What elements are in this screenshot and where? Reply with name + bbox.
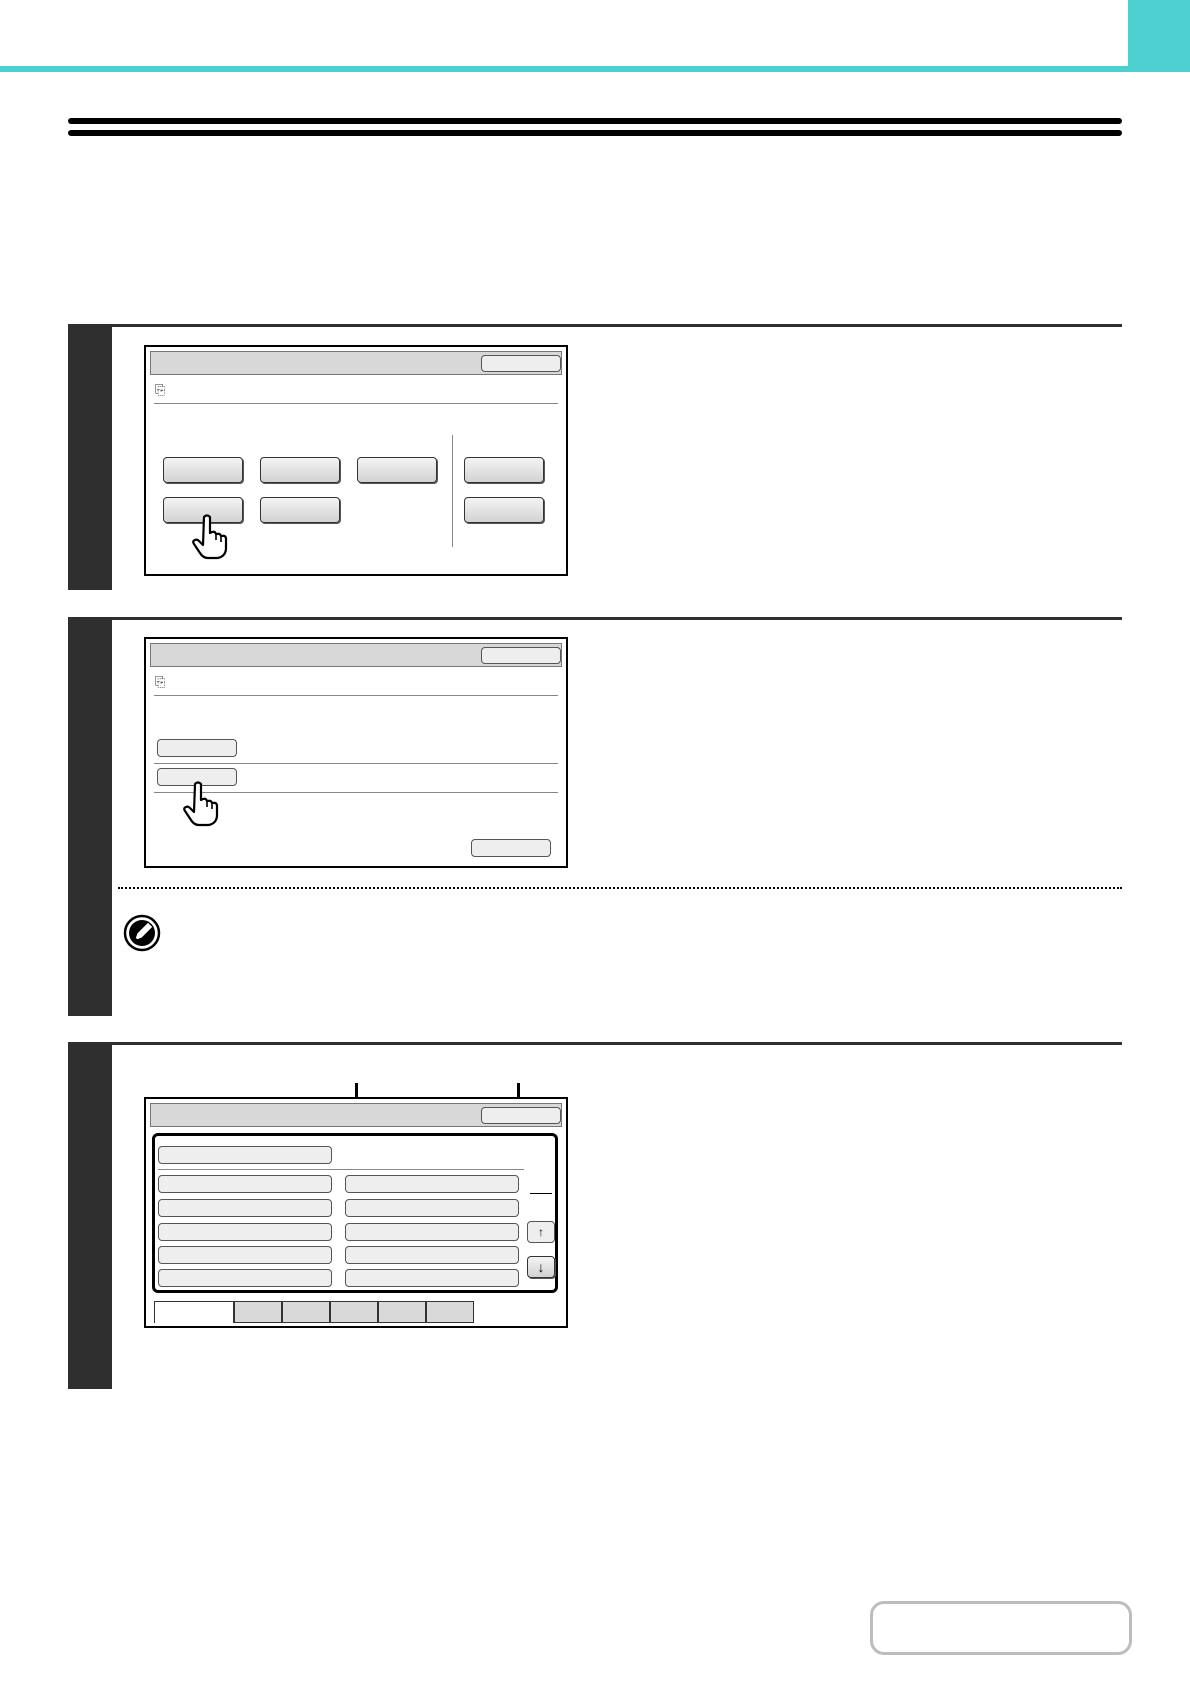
tab-5[interactable] — [378, 1301, 426, 1323]
step-1-option-button-2[interactable] — [260, 457, 340, 483]
page-counter-line — [530, 1193, 552, 1194]
pencil-note-icon — [123, 914, 161, 952]
step-2-bottom-button[interactable] — [471, 839, 551, 857]
tab-3[interactable] — [282, 1301, 330, 1323]
title-rule-bottom — [68, 130, 1122, 136]
step-1-screen-panel: ⎘ — [144, 345, 568, 576]
step-1-top-rule — [68, 324, 1122, 327]
step-2-option-button-1[interactable] — [157, 739, 237, 757]
list-item-right-2[interactable] — [345, 1199, 519, 1217]
step-3-top-rule — [68, 1042, 1122, 1045]
list-item-left-1[interactable] — [158, 1175, 332, 1193]
list-item-left-4[interactable] — [158, 1246, 332, 1264]
header-corner-tab[interactable] — [1128, 0, 1190, 72]
list-header-button[interactable] — [158, 1146, 332, 1164]
step-1-option-button-3[interactable] — [357, 457, 437, 483]
step-2-screen-panel: ⎘ — [144, 637, 568, 868]
step-1-option-button-4[interactable] — [464, 457, 544, 483]
list-item-right-5[interactable] — [345, 1269, 519, 1287]
list-item-left-3[interactable] — [158, 1223, 332, 1241]
list-item-right-1[interactable] — [345, 1175, 519, 1193]
step-3-screen-panel: ↑ ↓ — [144, 1097, 568, 1328]
page-header-band — [0, 0, 1128, 66]
step-1-option-button-6[interactable] — [260, 497, 340, 523]
step-1-vertical-divider — [452, 435, 453, 547]
step-2-top-rule — [68, 617, 1122, 620]
step-1-title-button[interactable] — [481, 355, 561, 372]
list-item-right-4[interactable] — [345, 1246, 519, 1264]
title-rule-top — [68, 118, 1122, 124]
tab-1[interactable] — [154, 1301, 234, 1323]
step-1-option-button-1[interactable] — [163, 457, 243, 483]
copy-mode-icon: ⎘ — [155, 674, 166, 689]
list-item-left-5[interactable] — [158, 1269, 332, 1287]
step-1-option-button-7[interactable] — [464, 497, 544, 523]
step-1-side-bar — [68, 324, 112, 590]
list-item-left-2[interactable] — [158, 1199, 332, 1217]
list-divider — [158, 1169, 524, 1170]
pointing-hand-icon — [183, 781, 219, 827]
page-indicator-box[interactable] — [870, 1601, 1132, 1655]
tab-6[interactable] — [426, 1301, 474, 1323]
tab-4[interactable] — [330, 1301, 378, 1323]
step-2-divider-1 — [154, 695, 558, 696]
header-accent-rule — [0, 66, 1128, 72]
step-3-title-button[interactable] — [481, 1107, 561, 1124]
step-2-title-button[interactable] — [481, 647, 561, 664]
note-separator — [118, 887, 1122, 889]
step-2-divider-2 — [154, 763, 558, 764]
tab-2[interactable] — [234, 1301, 282, 1323]
step-2-side-bar — [68, 617, 112, 1016]
pointing-hand-icon — [192, 514, 228, 560]
step-1-divider — [154, 403, 558, 404]
copy-mode-icon: ⎘ — [155, 382, 166, 397]
step-3-side-bar — [68, 1042, 112, 1389]
list-item-right-3[interactable] — [345, 1223, 519, 1241]
scroll-down-button[interactable]: ↓ — [527, 1256, 555, 1278]
scroll-up-button[interactable]: ↑ — [527, 1221, 555, 1243]
